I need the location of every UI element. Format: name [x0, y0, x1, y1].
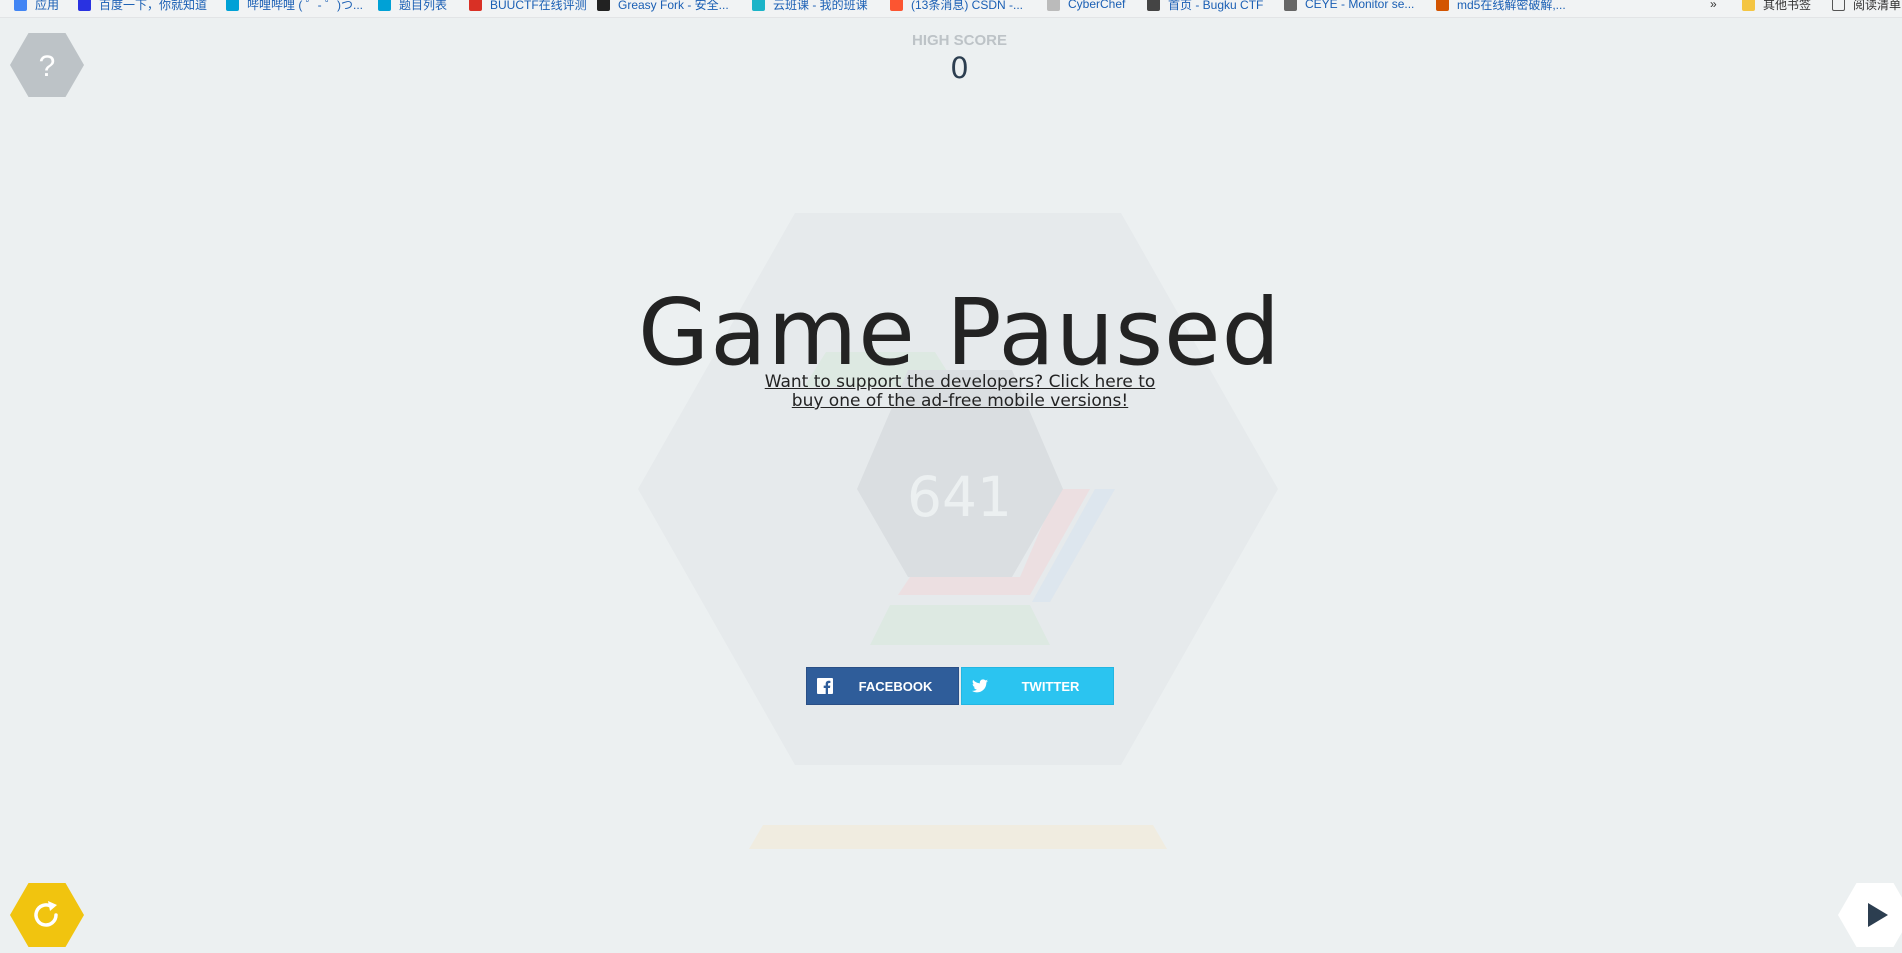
bookmark-item[interactable]: Greasy Fork - 安全...: [597, 0, 729, 13]
bookmark-favicon-icon: [78, 0, 91, 11]
bookmark-item[interactable]: 应用: [14, 0, 59, 13]
high-score-label: HIGH SCORE: [911, 32, 1007, 49]
yellow-block: [749, 825, 1167, 849]
bookmark-label: 首页 - Bugku CTF: [1168, 0, 1264, 12]
help-button[interactable]: ?: [10, 33, 84, 97]
facebook-label: FACEBOOK: [858, 678, 933, 694]
restart-button[interactable]: [10, 883, 84, 947]
folder-icon: [1742, 0, 1755, 11]
twitter-icon: [962, 668, 998, 704]
bookmark-favicon-icon: [1436, 0, 1449, 11]
bookmark-label: 题目列表: [399, 0, 448, 12]
high-score-value: 0: [950, 51, 969, 85]
bookmark-item[interactable]: 百度一下，你就知道: [78, 0, 207, 13]
bookmark-favicon-icon: [597, 0, 610, 11]
bookmark-label: CEYE - Monitor se...: [1305, 0, 1415, 11]
bookmark-label: 哔哩哔哩 ( ゜- ゜)つ...: [247, 0, 363, 12]
game-area: 641 HIGH SCORE 0 Game Paused Want to sup…: [0, 17, 1902, 953]
bookmark-item[interactable]: CyberChef: [1047, 0, 1125, 13]
bookmark-item[interactable]: 哔哩哔哩 ( ゜- ゜)つ...: [226, 0, 363, 13]
reading-list-icon: [1832, 0, 1845, 11]
other-bookmarks-folder[interactable]: 其他书签: [1742, 0, 1811, 13]
bookmark-item[interactable]: 题目列表: [378, 0, 447, 13]
bookmark-label: (13条消息) CSDN -...: [911, 0, 1024, 12]
bookmark-item[interactable]: md5在线解密破解,...: [1436, 0, 1566, 13]
current-score: 641: [907, 465, 1012, 529]
bookmark-item[interactable]: 首页 - Bugku CTF: [1147, 0, 1263, 13]
bookmark-favicon-icon: [1047, 0, 1060, 11]
reading-list-button[interactable]: 阅读清单: [1832, 0, 1901, 13]
bookmark-favicon-icon: [226, 0, 239, 11]
facebook-share-button[interactable]: FACEBOOK: [806, 667, 959, 705]
green-block-bottom: [870, 605, 1050, 645]
bookmark-item[interactable]: CEYE - Monitor se...: [1284, 0, 1414, 13]
facebook-icon: [807, 668, 843, 704]
help-icon: ?: [39, 50, 56, 83]
bookmark-label: md5在线解密破解,...: [1457, 0, 1566, 12]
bookmark-item[interactable]: BUUCTF在线评测: [469, 0, 587, 13]
bookmark-label: BUUCTF在线评测: [490, 0, 587, 12]
bookmark-label: 百度一下，你就知道: [99, 0, 208, 12]
support-developers-link[interactable]: Want to support the developers? Click he…: [760, 373, 1160, 411]
bookmark-favicon-icon: [752, 0, 765, 11]
bookmark-favicon-icon: [14, 0, 27, 11]
resume-button[interactable]: [1838, 883, 1902, 947]
bookmark-label: 应用: [35, 0, 60, 12]
bookmark-favicon-icon: [378, 0, 391, 11]
bookmark-item[interactable]: (13条消息) CSDN -...: [890, 0, 1023, 13]
bookmark-label: Greasy Fork - 安全...: [618, 0, 729, 12]
bookmark-favicon-icon: [469, 0, 482, 11]
twitter-share-button[interactable]: TWITTER: [961, 667, 1114, 705]
reading-list-label: 阅读清单: [1853, 0, 1902, 12]
game-paused-title: Game Paused: [637, 279, 1282, 386]
bookmark-favicon-icon: [1147, 0, 1160, 11]
bookmarks-overflow-button[interactable]: »: [1710, 0, 1717, 13]
bookmark-favicon-icon: [1284, 0, 1297, 11]
bookmark-item[interactable]: 云班课 - 我的班课: [752, 0, 868, 13]
twitter-label: TWITTER: [1021, 678, 1080, 694]
bookmark-favicon-icon: [890, 0, 903, 11]
bookmark-label: CyberChef: [1068, 0, 1126, 11]
bookmarks-bar: 应用 百度一下，你就知道 哔哩哔哩 ( ゜- ゜)つ... 题目列表 BUUCTF在线评…: [0, 0, 1902, 18]
other-bookmarks-label: 其他书签: [1763, 0, 1812, 12]
bookmark-label: 云班课 - 我的班课: [773, 0, 868, 12]
